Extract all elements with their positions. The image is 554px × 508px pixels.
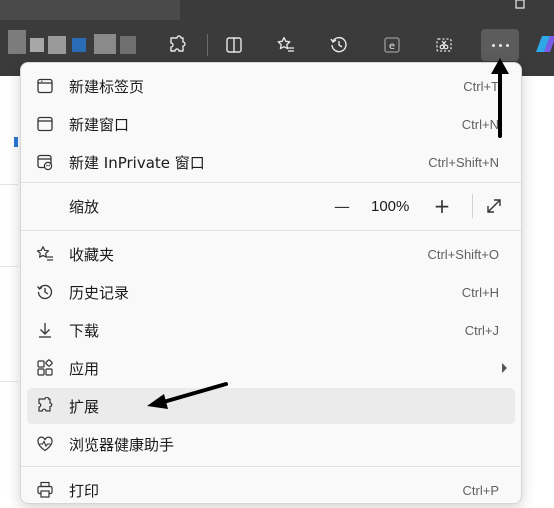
inprivate-icon — [35, 152, 55, 172]
menu-item-apps[interactable]: 应用 — [27, 350, 515, 386]
menu-item-print[interactable]: 打印 Ctrl+P — [27, 472, 515, 508]
divider — [0, 184, 18, 185]
blurred-block — [8, 30, 26, 54]
zoom-control: 缩放 — 100% + — [27, 188, 515, 224]
submenu-arrow-icon — [502, 363, 507, 373]
favorites-icon[interactable] — [270, 29, 302, 61]
menu-item-label: 新建标签页 — [69, 77, 145, 96]
menu-item-downloads[interactable]: 下载 Ctrl+J — [27, 312, 515, 348]
menu-item-label: 浏览器健康助手 — [69, 435, 175, 454]
favorites-icon — [35, 244, 55, 264]
menu-item-label: 应用 — [69, 359, 100, 378]
menu-item-label: 下载 — [69, 321, 100, 340]
history-icon — [35, 282, 55, 302]
split-screen-icon[interactable] — [218, 29, 250, 61]
download-icon — [35, 320, 55, 340]
blurred-block — [48, 36, 66, 54]
zoom-divider — [472, 194, 473, 218]
blurred-block — [30, 38, 44, 52]
toolbar-divider — [207, 34, 208, 56]
menu-item-label: 扩展 — [69, 397, 100, 416]
menu-item-label: 打印 — [69, 481, 100, 500]
menu-item-label: 新建窗口 — [69, 115, 130, 134]
fullscreen-button[interactable] — [481, 193, 507, 219]
copilot-icon[interactable] — [530, 30, 554, 58]
restore-window-button[interactable] — [498, 0, 544, 10]
menu-item-new-tab[interactable]: 新建标签页 Ctrl+T — [27, 68, 515, 104]
minus-icon: — — [334, 196, 350, 216]
menu-item-history[interactable]: 历史记录 Ctrl+H — [27, 274, 515, 310]
blurred-block — [94, 34, 116, 54]
divider — [0, 266, 18, 267]
menu-item-label: 收藏夹 — [69, 245, 115, 264]
plus-icon: + — [433, 194, 451, 218]
menu-item-shortcut: Ctrl+Shift+N — [428, 154, 499, 170]
menu-item-shortcut: Ctrl+H — [461, 284, 499, 300]
menu-divider — [21, 182, 521, 183]
menu-item-label: 新建 InPrivate 窗口 — [69, 153, 205, 172]
apps-icon — [35, 358, 55, 378]
menu-item-shortcut: Ctrl+P — [462, 482, 499, 498]
blurred-block — [120, 36, 136, 54]
menu-item-label: 历史记录 — [69, 283, 130, 302]
menu-divider — [21, 230, 521, 231]
menu-item-favorites[interactable]: 收藏夹 Ctrl+Shift+O — [27, 236, 515, 272]
annotation-arrow-up — [491, 58, 509, 138]
menu-divider — [21, 466, 521, 467]
fullscreen-icon — [487, 199, 501, 213]
menu-item-new-inprivate-window[interactable]: 新建 InPrivate 窗口 Ctrl+Shift+N — [27, 144, 515, 180]
health-icon — [35, 434, 55, 454]
more-icon — [491, 43, 509, 47]
blurred-tab-area — [0, 0, 180, 20]
svg-text:e: e — [389, 41, 395, 52]
ie-mode-icon[interactable]: e — [376, 29, 408, 61]
zoom-level: 100% — [371, 197, 410, 215]
annotation-arrow-left — [147, 382, 228, 409]
settings-and-more-menu: 新建标签页 Ctrl+T 新建窗口 Ctrl+N 新建 InPrivate 窗口… — [20, 62, 522, 504]
menu-item-shortcut: Ctrl+Shift+O — [427, 246, 499, 262]
web-capture-icon[interactable] — [428, 29, 460, 61]
zoom-label: 缩放 — [69, 197, 100, 216]
zoom-in-button[interactable]: + — [429, 193, 455, 219]
new-window-icon — [35, 114, 55, 134]
extensions-icon[interactable] — [161, 29, 193, 61]
history-icon[interactable] — [323, 29, 355, 61]
divider — [0, 381, 18, 382]
new-tab-icon — [35, 76, 55, 96]
page-accent — [14, 137, 18, 147]
extensions-icon — [35, 396, 55, 416]
menu-item-new-window[interactable]: 新建窗口 Ctrl+N — [27, 106, 515, 142]
menu-item-extensions[interactable]: 扩展 — [27, 388, 515, 424]
menu-item-browser-essentials[interactable]: 浏览器健康助手 — [27, 426, 515, 462]
menu-item-shortcut: Ctrl+J — [464, 322, 499, 338]
zoom-out-button[interactable]: — — [329, 193, 355, 219]
blurred-block — [72, 38, 86, 52]
print-icon — [35, 480, 55, 500]
